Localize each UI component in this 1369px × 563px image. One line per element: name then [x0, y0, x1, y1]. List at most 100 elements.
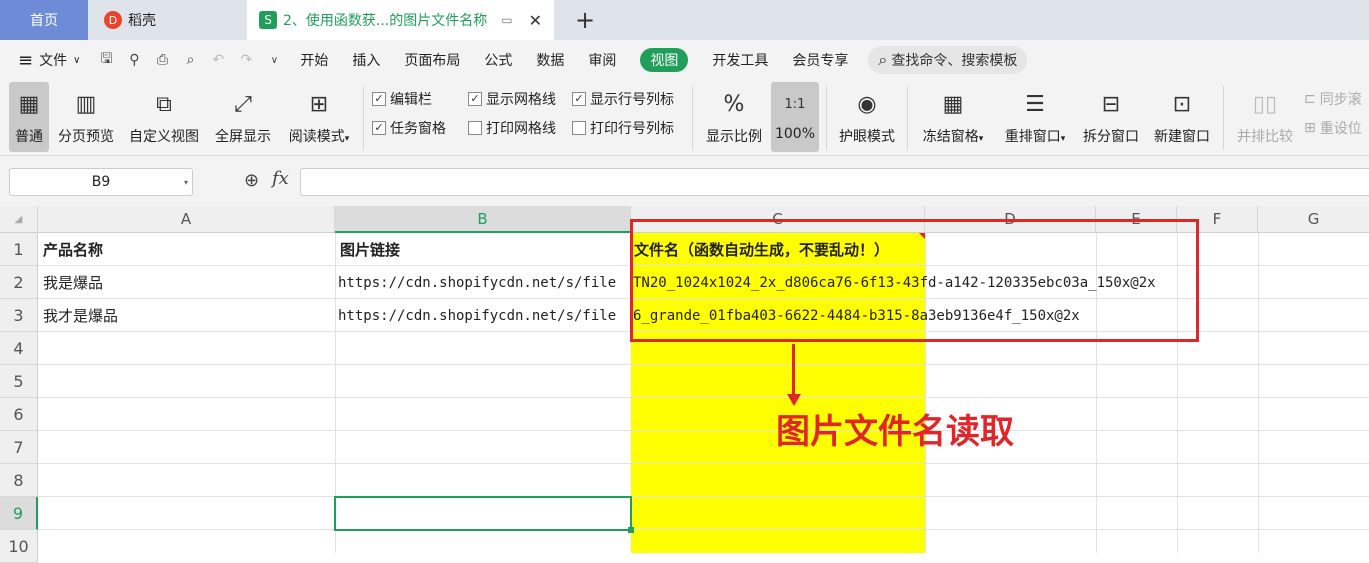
reading-mode-button[interactable]: ⊞ 阅读模式▾ — [282, 82, 356, 152]
file-menu[interactable]: ≡ 文件 ∨ — [0, 40, 92, 80]
row-header-4[interactable]: 4 — [0, 332, 38, 365]
cell-a3[interactable]: 我才是爆品 — [43, 299, 333, 332]
menu-item-view[interactable]: 视图 — [628, 40, 700, 80]
print-gridlines-checkbox[interactable]: 打印网格线 — [468, 118, 556, 138]
zoom-search-icon[interactable]: ⊕ — [244, 170, 259, 191]
daoke-icon: D — [104, 11, 122, 29]
hamburger-icon: ≡ — [18, 49, 34, 71]
checkbox-label: 打印网格线 — [486, 121, 556, 137]
column-header-a[interactable]: A — [38, 206, 335, 233]
search-icon: ⌕ — [878, 50, 888, 69]
formula-input[interactable] — [300, 168, 1369, 196]
menu-item-data[interactable]: 数据 — [524, 40, 576, 80]
close-icon[interactable]: ✕ — [529, 11, 542, 30]
zoom-percent-icon: % — [723, 91, 745, 117]
quick-access-dropdown-icon[interactable]: ∨ — [260, 40, 288, 80]
menu-item-member[interactable]: 会员专享 — [780, 40, 860, 80]
page-break-icon: ▥ — [75, 91, 97, 117]
zoom-button[interactable]: % 显示比例 — [702, 82, 766, 152]
function-icon[interactable]: fx — [272, 168, 289, 189]
cell-b2[interactable]: https://cdn.shopifycdn.net/s/file — [338, 266, 630, 299]
row-header-7[interactable]: 7 — [0, 431, 38, 464]
page-preview-label: 分页预览 — [58, 129, 114, 145]
menu-item-formulas[interactable]: 公式 — [472, 40, 524, 80]
print-icon[interactable]: ⎙ — [148, 40, 176, 80]
select-all-corner[interactable]: ◢ — [0, 206, 38, 233]
tab-home[interactable]: 首页 — [0, 0, 88, 40]
freeze-panes-button[interactable]: ▦ 冻结窗格▾ — [916, 82, 990, 152]
checkbox-label: 编辑栏 — [390, 92, 432, 108]
eye-protection-button[interactable]: ◉ 护眼模式 — [834, 82, 900, 152]
name-box[interactable]: B9 ▾ — [9, 168, 193, 196]
chevron-down-icon: ∨ — [73, 54, 81, 66]
selected-cell-b9[interactable] — [334, 496, 632, 531]
redo-icon[interactable]: ↷ — [232, 40, 260, 80]
split-window-label: 拆分窗口 — [1083, 129, 1139, 145]
add-tab-button[interactable]: + — [572, 6, 598, 34]
row-header-2[interactable]: 2 — [0, 266, 38, 299]
checkbox-checked-icon: ✓ — [372, 121, 386, 135]
annotation-label: 图片文件名读取 — [776, 412, 1014, 452]
show-headers-checkbox[interactable]: ✓ 显示行号列标 — [572, 89, 674, 109]
menu-bar: ≡ 文件 ∨ 🖫 ⚲ ⎙ ⌕ ↶ ↷ ∨ 开始 插入 页面布局 公式 数据 审阅… — [0, 40, 1369, 80]
checkbox-checked-icon: ✓ — [468, 92, 482, 106]
save-icon[interactable]: 🖫 — [92, 40, 120, 80]
zoom-100-button[interactable]: 1:1 100% — [771, 82, 819, 152]
row-header-1[interactable]: 1 — [0, 233, 38, 266]
row-header-8[interactable]: 8 — [0, 464, 38, 497]
show-gridlines-checkbox[interactable]: ✓ 显示网格线 — [468, 89, 556, 109]
row-header-6[interactable]: 6 — [0, 398, 38, 431]
cell-b3[interactable]: https://cdn.shopifycdn.net/s/file — [338, 299, 630, 332]
checkbox-label: 显示行号列标 — [590, 92, 674, 108]
checkbox-checked-icon: ✓ — [372, 92, 386, 106]
dropdown-arrow-icon: ▾ — [978, 134, 984, 144]
formula-bar-checkbox[interactable]: ✓ 编辑栏 — [372, 89, 432, 109]
reset-position-button[interactable]: ⊞ 重设位 — [1304, 118, 1362, 138]
side-by-side-label: 并排比较 — [1237, 129, 1293, 145]
gridline — [1258, 233, 1259, 553]
side-by-side-button[interactable]: ▯▯ 并排比较 — [1232, 82, 1298, 152]
undo-icon[interactable]: ↶ — [204, 40, 232, 80]
monitor-icon[interactable]: ▭ — [501, 13, 512, 27]
print-preview-icon[interactable]: ⌕ — [176, 40, 204, 80]
menu-item-page-layout[interactable]: 页面布局 — [392, 40, 472, 80]
cell-a1[interactable]: 产品名称 — [43, 233, 333, 266]
menu-item-start[interactable]: 开始 — [288, 40, 340, 80]
spreadsheet-grid: ◢ A B C D E F G 1 2 3 4 5 6 7 8 9 10 产品名… — [0, 206, 1369, 563]
row-header-5[interactable]: 5 — [0, 365, 38, 398]
arrange-windows-button[interactable]: ☰ 重排窗口▾ — [998, 82, 1072, 152]
row-header-3[interactable]: 3 — [0, 299, 38, 332]
tab-document[interactable]: S 2、使用函数获...的图片文件名称 ▭ ✕ — [247, 0, 554, 40]
sync-scroll-button[interactable]: ⊏ 同步滚 — [1304, 89, 1362, 109]
print-headers-checkbox[interactable]: 打印行号列标 — [572, 118, 674, 138]
dropdown-arrow-icon: ▾ — [1060, 134, 1066, 144]
command-search-placeholder: 查找命令、搜索模板 — [891, 53, 1018, 69]
command-search[interactable]: ⌕ 查找命令、搜索模板 — [868, 46, 1028, 74]
custom-view-button[interactable]: ⧉ 自定义视图 — [124, 82, 204, 152]
new-window-button[interactable]: ⊡ 新建窗口 — [1149, 82, 1215, 152]
menu-item-review[interactable]: 审阅 — [576, 40, 628, 80]
menu-item-insert[interactable]: 插入 — [340, 40, 392, 80]
fullscreen-button[interactable]: ⤢ 全屏显示 — [210, 82, 276, 152]
normal-view-button[interactable]: ▦ 普通 — [9, 82, 49, 152]
cell-b1[interactable]: 图片链接 — [340, 233, 630, 266]
column-header-b[interactable]: B — [335, 206, 631, 233]
checkbox-label: 任务窗格 — [390, 121, 446, 137]
tab-daoke[interactable]: D 稻壳 — [90, 0, 245, 40]
split-window-button[interactable]: ⊟ 拆分窗口 — [1078, 82, 1144, 152]
fullscreen-icon: ⤢ — [234, 91, 252, 117]
row-header-10[interactable]: 10 — [0, 530, 38, 563]
menu-item-developer[interactable]: 开发工具 — [700, 40, 780, 80]
menu-label: 会员专享 — [792, 53, 849, 69]
ribbon-view: ▦ 普通 ▥ 分页预览 ⧉ 自定义视图 ⤢ 全屏显示 ⊞ 阅读模式▾ ✓ 编辑栏 … — [0, 80, 1369, 156]
tab-home-label: 首页 — [30, 13, 58, 29]
format-painter-icon[interactable]: ⚲ — [120, 40, 148, 80]
fill-handle[interactable] — [628, 527, 634, 533]
column-header-g[interactable]: G — [1258, 206, 1369, 233]
page-preview-button[interactable]: ▥ 分页预览 — [54, 82, 118, 152]
menu-label: 数据 — [536, 53, 565, 69]
cell-a2[interactable]: 我是爆品 — [43, 266, 333, 299]
sync-scroll-label: 同步滚 — [1319, 92, 1362, 108]
row-header-9[interactable]: 9 — [0, 497, 38, 530]
task-pane-checkbox[interactable]: ✓ 任务窗格 — [372, 118, 446, 138]
